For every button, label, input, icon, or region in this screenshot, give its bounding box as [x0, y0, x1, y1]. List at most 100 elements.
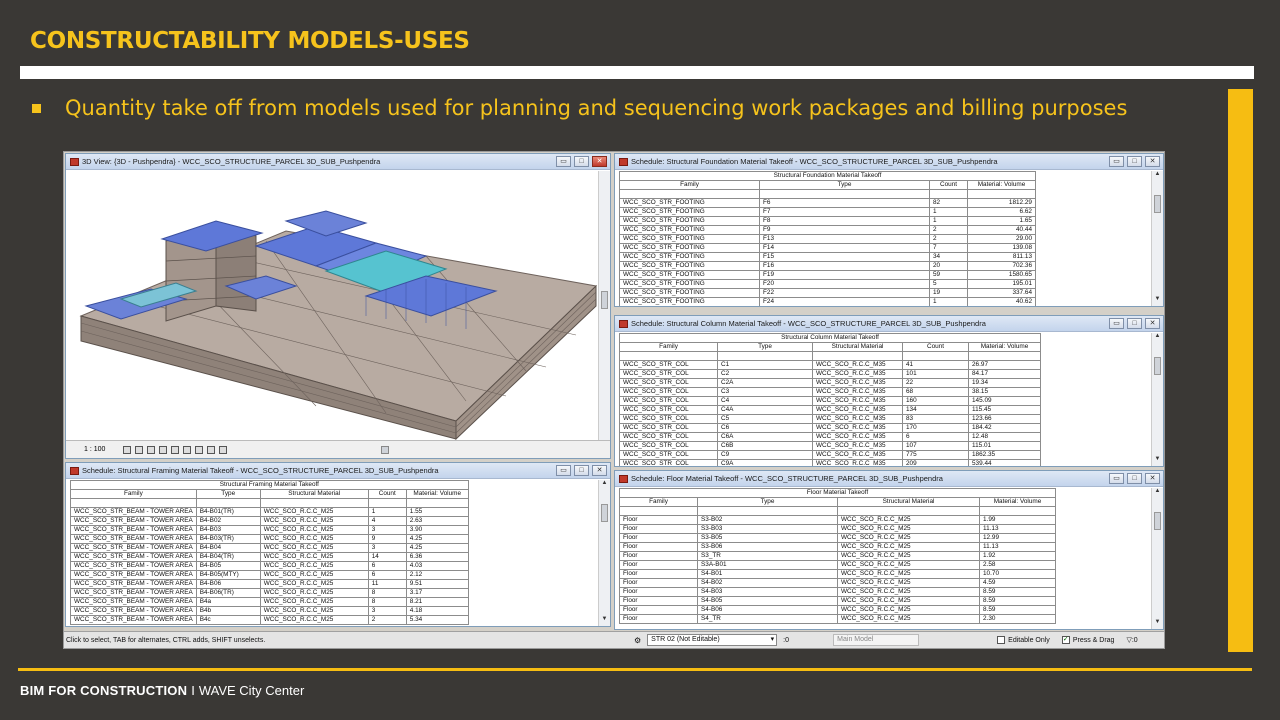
- table-cell[interactable]: C3: [717, 387, 813, 397]
- table-cell[interactable]: WCC_SCO_STR_COL: [619, 459, 718, 466]
- table-cell[interactable]: 1: [929, 207, 968, 217]
- table-cell[interactable]: 2.63: [405, 516, 469, 526]
- table-row[interactable]: Floor S3-B05 WCC_SCO_R.C.C_M25 12.99: [619, 533, 1056, 543]
- table-row[interactable]: WCC_SCO_STR_BEAM - TOWER AREA B4-B04 WCC_S…: [70, 543, 469, 553]
- schedule-grid[interactable]: Structural Foundation Material Takeoff F…: [615, 171, 1151, 306]
- table-cell[interactable]: 6: [367, 561, 407, 571]
- table-cell[interactable]: 29.00: [967, 234, 1036, 244]
- table-cell[interactable]: WCC_SCO_STR_BEAM - TOWER AREA: [70, 588, 197, 598]
- table-row[interactable]: WCC_SCO_STR_COL C2A WCC_SCO_R.C.C_M35 22 19.…: [619, 378, 1041, 388]
- table-cell[interactable]: WCC_SCO_STR_FOOTING: [619, 288, 760, 298]
- table-cell[interactable]: 40.44: [967, 225, 1036, 235]
- table-cell[interactable]: 34: [929, 252, 968, 262]
- table-cell[interactable]: S3-B06: [697, 542, 838, 552]
- table-cell[interactable]: 6.36: [405, 552, 469, 562]
- table-cell[interactable]: WCC_SCO_STR_BEAM - TOWER AREA: [70, 525, 197, 535]
- table-cell[interactable]: WCC_SCO_STR_COL: [619, 414, 718, 424]
- window-title-bar[interactable]: Schedule: Structural Column Material Tak…: [615, 316, 1163, 332]
- table-cell[interactable]: WCC_SCO_STR_FOOTING: [619, 207, 760, 217]
- table-cell[interactable]: WCC_SCO_R.C.C_M25: [259, 579, 369, 589]
- table-cell[interactable]: WCC_SCO_STR_FOOTING: [619, 198, 760, 208]
- table-cell[interactable]: C6A: [717, 432, 813, 442]
- table-cell[interactable]: 19: [929, 288, 968, 298]
- table-row[interactable]: WCC_SCO_STR_FOOTING F24 1 40.62: [619, 297, 1036, 306]
- table-cell[interactable]: 11.13: [979, 524, 1056, 534]
- table-row[interactable]: WCC_SCO_STR_COL C9A WCC_SCO_R.C.C_M35 209 53…: [619, 459, 1041, 466]
- table-cell[interactable]: F7: [759, 207, 930, 217]
- table-cell[interactable]: WCC_SCO_STR_BEAM - TOWER AREA: [70, 534, 197, 544]
- table-cell[interactable]: 1862.35: [968, 450, 1041, 460]
- table-cell[interactable]: 3: [367, 606, 407, 616]
- table-cell[interactable]: WCC_SCO_R.C.C_M35: [812, 369, 903, 379]
- table-cell[interactable]: WCC_SCO_R.C.C_M25: [259, 534, 369, 544]
- table-cell[interactable]: B4-B04: [195, 543, 261, 553]
- table-cell[interactable]: Floor: [619, 515, 698, 525]
- table-row[interactable]: WCC_SCO_STR_COL C9 WCC_SCO_R.C.C_M35 775 186…: [619, 450, 1041, 460]
- table-cell[interactable]: S4-B02: [697, 578, 838, 588]
- table-cell[interactable]: 12.99: [979, 533, 1056, 543]
- restore-button[interactable]: □: [574, 156, 589, 167]
- table-cell[interactable]: 101: [902, 369, 969, 379]
- table-cell[interactable]: WCC_SCO_R.C.C_M25: [837, 596, 980, 606]
- table-cell[interactable]: WCC_SCO_STR_FOOTING: [619, 297, 760, 306]
- table-cell[interactable]: 3: [367, 543, 407, 553]
- table-cell[interactable]: Floor: [619, 542, 698, 552]
- table-cell[interactable]: C9A: [717, 459, 813, 466]
- table-cell[interactable]: 68: [902, 387, 969, 397]
- table-row[interactable]: WCC_SCO_STR_BEAM - TOWER AREA B4-B06 WCC_S…: [70, 579, 469, 589]
- table-cell[interactable]: 9: [367, 534, 407, 544]
- table-cell[interactable]: 8.59: [979, 605, 1056, 615]
- table-cell[interactable]: 5.34: [405, 615, 469, 625]
- table-cell[interactable]: WCC_SCO_R.C.C_M25: [259, 525, 369, 535]
- table-row[interactable]: WCC_SCO_STR_COL C1 WCC_SCO_R.C.C_M35 41 26.9…: [619, 360, 1041, 370]
- table-cell[interactable]: WCC_SCO_R.C.C_M25: [837, 542, 980, 552]
- table-cell[interactable]: 170: [902, 423, 969, 433]
- close-button[interactable]: ✕: [1145, 156, 1160, 167]
- table-row[interactable]: WCC_SCO_STR_COL C6A WCC_SCO_R.C.C_M35 6 12.4…: [619, 432, 1041, 442]
- table-cell[interactable]: WCC_SCO_R.C.C_M25: [837, 560, 980, 570]
- table-cell[interactable]: 1.65: [967, 216, 1036, 226]
- minimize-button[interactable]: ▭: [556, 156, 571, 167]
- table-cell[interactable]: WCC_SCO_STR_COL: [619, 441, 718, 451]
- table-cell[interactable]: WCC_SCO_STR_BEAM - TOWER AREA: [70, 552, 197, 562]
- sun-path-icon[interactable]: [147, 445, 156, 454]
- table-row[interactable]: Floor S4-B02 WCC_SCO_R.C.C_M25 4.59: [619, 578, 1056, 588]
- table-cell[interactable]: Floor: [619, 578, 698, 588]
- table-cell[interactable]: B4-B05(MTY): [195, 570, 261, 580]
- table-cell[interactable]: 539.44: [968, 459, 1041, 466]
- table-row[interactable]: WCC_SCO_STR_COL C6 WCC_SCO_R.C.C_M35 170 184…: [619, 423, 1041, 433]
- table-cell[interactable]: 6: [367, 570, 407, 580]
- table-cell[interactable]: WCC_SCO_STR_COL: [619, 360, 718, 370]
- table-cell[interactable]: B4b: [195, 606, 261, 616]
- table-cell[interactable]: B4-B06(TR): [195, 588, 261, 598]
- table-cell[interactable]: 82: [929, 198, 968, 208]
- table-cell[interactable]: WCC_SCO_R.C.C_M35: [812, 441, 903, 451]
- table-cell[interactable]: F6: [759, 198, 930, 208]
- table-cell[interactable]: 1: [929, 297, 968, 306]
- window-title-bar[interactable]: Schedule: Floor Material Takeoff - WCC_S…: [615, 471, 1163, 487]
- shadows-icon[interactable]: [159, 445, 168, 454]
- table-row[interactable]: WCC_SCO_STR_FOOTING F9 2 40.44: [619, 225, 1036, 235]
- table-cell[interactable]: WCC_SCO_STR_COL: [619, 396, 718, 406]
- column-header[interactable]: Type: [697, 497, 838, 507]
- lock-view-icon[interactable]: [195, 445, 204, 454]
- table-cell[interactable]: B4-B02: [195, 516, 261, 526]
- table-cell[interactable]: 14: [367, 552, 407, 562]
- table-cell[interactable]: 9.51: [405, 579, 469, 589]
- table-cell[interactable]: WCC_SCO_STR_FOOTING: [619, 234, 760, 244]
- vertical-scrollbar[interactable]: ▲ ▼: [1151, 333, 1163, 466]
- minimize-button[interactable]: ▭: [1109, 318, 1124, 329]
- table-row[interactable]: Floor S4-B06 WCC_SCO_R.C.C_M25 8.59: [619, 605, 1056, 615]
- table-cell[interactable]: F13: [759, 234, 930, 244]
- table-cell[interactable]: 40.62: [967, 297, 1036, 306]
- table-cell[interactable]: WCC_SCO_STR_FOOTING: [619, 270, 760, 280]
- table-cell[interactable]: 195.01: [967, 279, 1036, 289]
- table-cell[interactable]: 7: [929, 243, 968, 253]
- schedule-grid[interactable]: Structural Column Material Takeoff Famil…: [615, 333, 1151, 466]
- table-cell[interactable]: WCC_SCO_R.C.C_M25: [259, 516, 369, 526]
- table-cell[interactable]: WCC_SCO_R.C.C_M25: [837, 614, 980, 624]
- minimize-button[interactable]: ▭: [1109, 156, 1124, 167]
- restore-button[interactable]: □: [1127, 156, 1142, 167]
- window-title-bar[interactable]: Schedule: Structural Foundation Material…: [615, 154, 1163, 170]
- table-cell[interactable]: WCC_SCO_R.C.C_M25: [837, 578, 980, 588]
